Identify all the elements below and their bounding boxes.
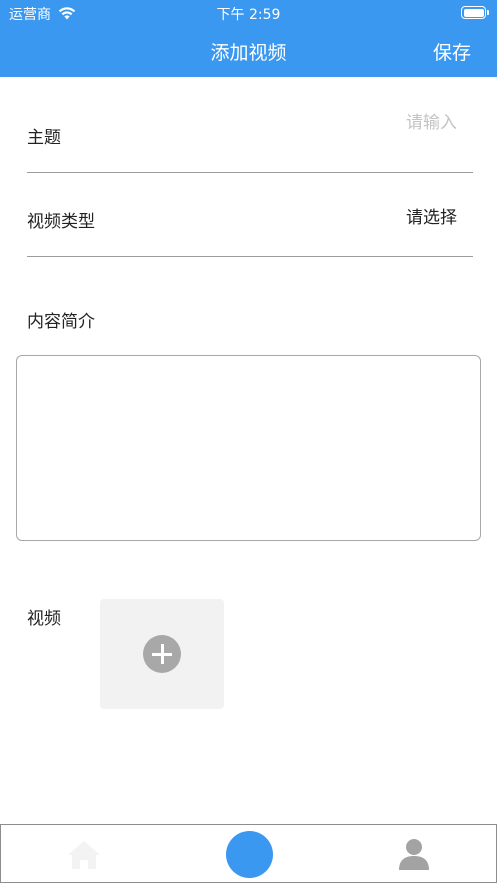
video-type-select[interactable]: 请选择 — [406, 203, 457, 228]
summary-textarea[interactable] — [16, 355, 481, 541]
video-label: 视频 — [27, 609, 61, 629]
topic-label: 主题 — [27, 128, 61, 148]
header: 运营商 下午 2:59 添加视频 保存 — [0, 0, 497, 77]
add-video-button[interactable] — [100, 599, 224, 709]
profile-icon[interactable] — [397, 837, 431, 871]
topic-divider — [27, 172, 473, 173]
page-title: 添加视频 — [210, 42, 287, 64]
summary-label: 内容简介 — [27, 312, 95, 332]
tab-bar — [0, 824, 497, 883]
plus-icon — [143, 635, 181, 673]
save-button[interactable]: 保存 — [433, 38, 471, 65]
home-icon[interactable] — [67, 839, 101, 871]
video-type-label: 视频类型 — [27, 212, 95, 232]
battery-icon — [461, 6, 486, 19]
battery-tip — [487, 10, 489, 15]
topic-input[interactable] — [200, 108, 457, 138]
status-time: 下午 2:59 — [216, 7, 281, 23]
status-bar: 运营商 下午 2:59 — [0, 0, 497, 26]
add-video-screen: 运营商 下午 2:59 添加视频 保存 主题 视频类型 请选择 内容简介 视频 — [0, 0, 497, 883]
video-type-divider — [27, 256, 473, 257]
center-tab-button[interactable] — [226, 831, 273, 878]
